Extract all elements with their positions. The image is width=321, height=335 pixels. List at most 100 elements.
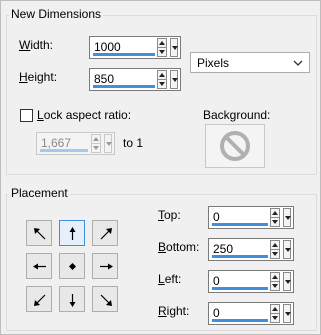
width-dropdown-button[interactable]	[170, 38, 178, 57]
arrow-down-icon	[159, 82, 165, 86]
height-increment-button[interactable]	[158, 71, 166, 80]
bottom-increment-button[interactable]	[271, 241, 279, 250]
width-decrement-button[interactable]	[158, 48, 166, 57]
right-label: Right:	[158, 304, 190, 318]
bottom-decrement-button[interactable]	[271, 250, 279, 259]
chevron-down-icon	[285, 216, 291, 220]
left-increment-button[interactable]	[271, 273, 279, 282]
anchor-top[interactable]	[59, 220, 85, 246]
aspect-ratio-suffix: to 1	[123, 136, 144, 150]
anchor-bottom-left[interactable]	[26, 286, 52, 312]
height-decrement-button[interactable]	[158, 80, 166, 89]
aspect-ratio-value: 1,667	[41, 136, 72, 150]
lock-aspect-ratio-label[interactable]: Lock aspect ratio:	[37, 108, 131, 122]
height-spinbox[interactable]: 850	[89, 68, 181, 91]
chevron-down-icon	[285, 248, 291, 252]
height-slider-bar	[93, 85, 155, 88]
aspect-ratio-slider-bar	[40, 149, 88, 152]
background-label: Background:	[203, 108, 271, 122]
bottom-spin-arrows[interactable]	[270, 240, 280, 259]
background-color-swatch[interactable]	[205, 124, 265, 168]
width-slider-bar	[93, 53, 155, 56]
width-increment-button[interactable]	[158, 39, 166, 48]
left-spin-arrows[interactable]	[270, 272, 280, 291]
height-spin-arrows[interactable]	[157, 70, 167, 89]
arrow-up-icon	[272, 211, 278, 215]
chevron-down-icon	[293, 60, 303, 66]
arrow-up-icon	[272, 307, 278, 311]
anchor-bottom-right[interactable]	[92, 286, 118, 312]
anchor-right[interactable]	[92, 253, 118, 279]
anchor-top-right[interactable]	[92, 220, 118, 246]
bottom-value: 250	[213, 242, 234, 256]
height-dropdown-button[interactable]	[170, 70, 178, 89]
anchor-left[interactable]	[26, 253, 52, 279]
arrow-down-icon	[272, 252, 278, 256]
arrow-up-icon	[159, 73, 165, 77]
no-symbol-icon	[220, 131, 250, 161]
arrow-down-icon	[69, 294, 76, 307]
lock-aspect-ratio-checkbox[interactable]	[20, 109, 33, 122]
right-decrement-button[interactable]	[271, 314, 279, 323]
right-spin-arrows[interactable]	[270, 304, 280, 323]
bottom-slider-bar	[212, 255, 268, 258]
width-spin-arrows[interactable]	[157, 38, 167, 57]
bottom-label: Bottom:	[158, 240, 200, 254]
top-value: 0	[213, 210, 220, 224]
arrow-down-right-icon	[100, 294, 112, 306]
arrow-up-icon	[69, 227, 76, 240]
chevron-down-icon	[172, 78, 178, 82]
left-dropdown-button[interactable]	[283, 272, 291, 291]
bottom-dropdown-button[interactable]	[283, 240, 291, 259]
arrow-up-icon	[272, 243, 278, 247]
aspect-ratio-spinbox: 1,667	[36, 132, 115, 155]
aspect-ratio-decrement-button	[92, 144, 100, 153]
anchor-top-left[interactable]	[26, 220, 52, 246]
arrow-up-icon	[93, 137, 99, 141]
chevron-down-icon	[172, 46, 178, 50]
top-label: Top:	[158, 208, 181, 222]
diamond-icon	[69, 263, 76, 270]
top-spin-arrows[interactable]	[270, 208, 280, 227]
height-value: 850	[94, 72, 115, 86]
arrow-up-icon	[159, 41, 165, 45]
right-spinbox[interactable]: 0	[208, 302, 294, 325]
right-value: 0	[213, 306, 220, 320]
top-slider-bar	[212, 223, 268, 226]
top-increment-button[interactable]	[271, 209, 279, 218]
anchor-bottom[interactable]	[59, 286, 85, 312]
left-decrement-button[interactable]	[271, 282, 279, 291]
new-dimensions-title: New Dimensions	[9, 7, 104, 21]
right-increment-button[interactable]	[271, 305, 279, 314]
arrow-down-icon	[272, 220, 278, 224]
aspect-ratio-dropdown-button	[104, 134, 112, 153]
top-decrement-button[interactable]	[271, 218, 279, 227]
arrow-down-left-icon	[34, 294, 46, 306]
aspect-ratio-increment-button	[92, 135, 100, 144]
right-slider-bar	[212, 319, 268, 322]
chevron-down-icon	[285, 280, 291, 284]
arrow-down-icon	[272, 316, 278, 320]
chevron-down-icon	[285, 312, 291, 316]
height-label: Height:	[19, 70, 58, 84]
anchor-center[interactable]	[59, 253, 85, 279]
arrow-down-icon	[159, 50, 165, 54]
arrow-down-icon	[93, 146, 99, 150]
width-label: Width:	[19, 38, 54, 52]
left-value: 0	[213, 274, 220, 288]
width-spinbox[interactable]: 1000	[89, 36, 181, 59]
left-spinbox[interactable]: 0	[208, 270, 294, 293]
right-dropdown-button[interactable]	[283, 304, 291, 323]
units-select[interactable]: Pixels	[190, 52, 310, 73]
width-value: 1000	[94, 40, 121, 54]
left-label: Left:	[158, 272, 182, 286]
left-slider-bar	[212, 287, 268, 290]
arrow-left-icon	[33, 263, 46, 270]
anchor-grid	[26, 220, 122, 316]
placement-title: Placement	[9, 186, 70, 200]
canvas-size-dialog: New Dimensions Width: 1000 Height: 850 P…	[0, 0, 321, 335]
arrow-right-icon	[100, 263, 113, 270]
top-dropdown-button[interactable]	[283, 208, 291, 227]
bottom-spinbox[interactable]: 250	[208, 238, 294, 261]
top-spinbox[interactable]: 0	[208, 206, 294, 229]
